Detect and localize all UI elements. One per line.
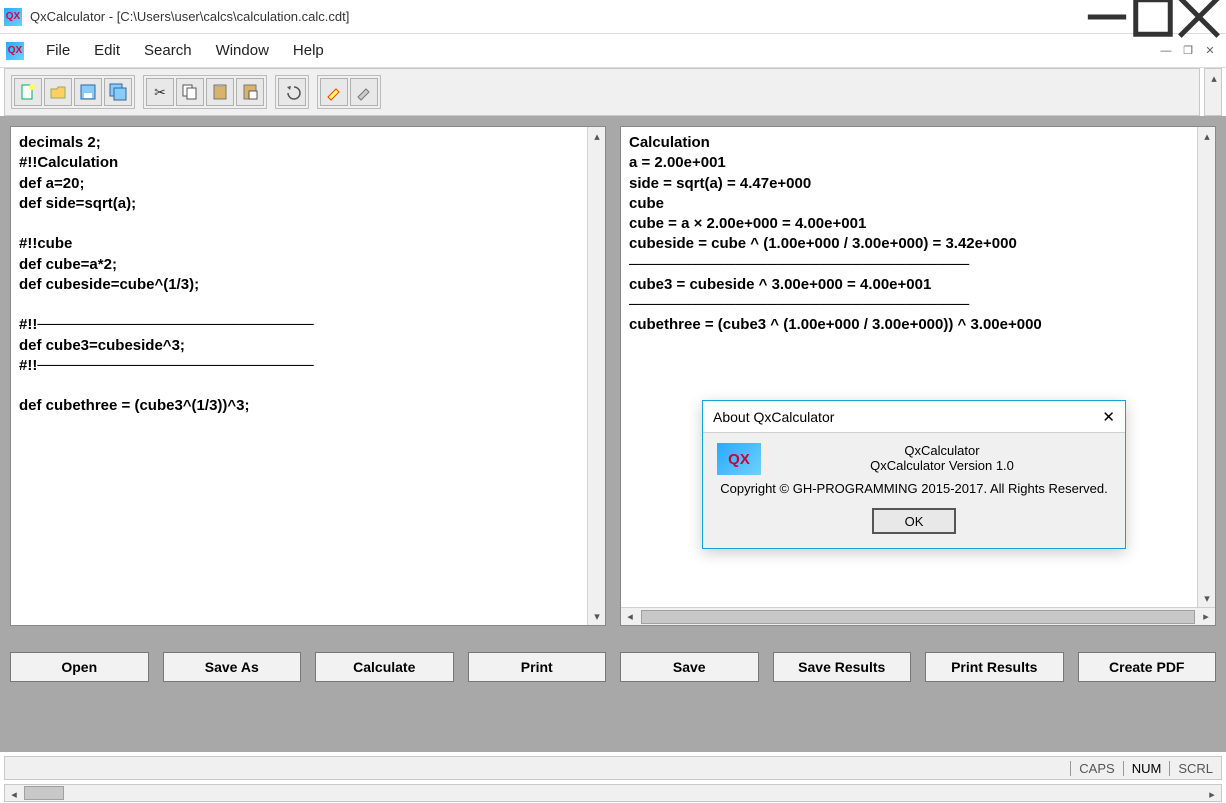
copy-icon[interactable] bbox=[176, 78, 204, 106]
undo-icon[interactable] bbox=[278, 78, 306, 106]
dialog-titlebar[interactable]: About QxCalculator ✕ bbox=[703, 401, 1125, 433]
dialog-copyright: Copyright © GH-PROGRAMMING 2015-2017. Al… bbox=[720, 481, 1107, 496]
print-results-button[interactable]: Print Results bbox=[925, 652, 1064, 682]
app-icon: QX bbox=[4, 8, 22, 26]
outer-horizontal-scrollbar[interactable]: ◂ ▸ bbox=[4, 784, 1222, 802]
scroll-left-icon[interactable]: ◂ bbox=[621, 608, 639, 626]
close-button[interactable] bbox=[1176, 2, 1222, 32]
mdi-restore-button[interactable]: ❐ bbox=[1178, 42, 1198, 60]
scroll-up-icon[interactable]: ▴ bbox=[1198, 127, 1216, 145]
create-pdf-button[interactable]: Create PDF bbox=[1078, 652, 1217, 682]
editor-pane: decimals 2; #!!Calculation def a=20; def… bbox=[10, 126, 606, 626]
outer-vertical-scrollbar[interactable]: ▴ bbox=[1204, 68, 1222, 116]
scroll-thumb[interactable] bbox=[24, 786, 64, 800]
scroll-right-icon[interactable]: ▸ bbox=[1197, 608, 1215, 626]
scroll-thumb[interactable] bbox=[641, 610, 1195, 624]
dialog-ok-button[interactable]: OK bbox=[872, 508, 956, 534]
paste-icon[interactable] bbox=[206, 78, 234, 106]
mdi-minimize-button[interactable]: — bbox=[1156, 42, 1176, 60]
editor-vertical-scrollbar[interactable]: ▴ ▾ bbox=[587, 127, 605, 625]
cut-icon[interactable]: ✂ bbox=[146, 78, 174, 106]
editor-text[interactable]: decimals 2; #!!Calculation def a=20; def… bbox=[11, 127, 587, 625]
scroll-down-icon[interactable]: ▾ bbox=[588, 607, 606, 625]
window-title: QxCalculator - [C:\Users\user\calcs\calc… bbox=[30, 9, 1084, 24]
save-icon[interactable] bbox=[74, 78, 102, 106]
calculate-button[interactable]: Calculate bbox=[315, 652, 454, 682]
statusbar: CAPS NUM SCRL bbox=[4, 756, 1222, 780]
open-doc-icon[interactable] bbox=[44, 78, 72, 106]
menu-file[interactable]: File bbox=[34, 38, 82, 63]
new-doc-icon[interactable] bbox=[14, 78, 42, 106]
menu-edit[interactable]: Edit bbox=[82, 38, 132, 63]
save-results-button[interactable]: Save Results bbox=[773, 652, 912, 682]
output-pane: Calculation a = 2.00e+001 side = sqrt(a)… bbox=[620, 126, 1216, 626]
menu-help[interactable]: Help bbox=[281, 38, 336, 63]
paste-special-icon[interactable] bbox=[236, 78, 264, 106]
dialog-close-icon[interactable]: ✕ bbox=[1102, 408, 1115, 426]
mdi-close-button[interactable]: ✕ bbox=[1200, 42, 1220, 60]
scroll-left-icon[interactable]: ◂ bbox=[5, 785, 23, 803]
output-horizontal-scrollbar[interactable]: ◂ ▸ bbox=[621, 607, 1215, 625]
maximize-button[interactable] bbox=[1130, 2, 1176, 32]
scroll-right-icon[interactable]: ▸ bbox=[1203, 785, 1221, 803]
clear-highlight-icon[interactable] bbox=[350, 78, 378, 106]
dialog-title: About QxCalculator bbox=[713, 409, 834, 425]
status-scrl: SCRL bbox=[1169, 761, 1221, 776]
highlighter-icon[interactable] bbox=[320, 78, 348, 106]
window-titlebar: QX QxCalculator - [C:\Users\user\calcs\c… bbox=[0, 0, 1226, 34]
action-button-row: Open Save As Calculate Print Save Save R… bbox=[10, 652, 1216, 682]
print-button[interactable]: Print bbox=[468, 652, 607, 682]
save-as-button[interactable]: Save As bbox=[163, 652, 302, 682]
toolbar: ✂ bbox=[4, 68, 1200, 116]
dialog-app-name: QxCalculator bbox=[773, 443, 1111, 458]
menubar: QX File Edit Search Window Help — ❐ ✕ bbox=[0, 34, 1226, 68]
doc-icon: QX bbox=[6, 42, 24, 60]
minimize-button[interactable] bbox=[1084, 2, 1130, 32]
save-button[interactable]: Save bbox=[620, 652, 759, 682]
dialog-version: QxCalculator Version 1.0 bbox=[773, 458, 1111, 473]
open-button[interactable]: Open bbox=[10, 652, 149, 682]
scroll-down-icon[interactable]: ▾ bbox=[1198, 589, 1216, 607]
dialog-app-icon: QX bbox=[717, 443, 761, 475]
scroll-up-icon[interactable]: ▴ bbox=[1205, 69, 1223, 87]
status-num: NUM bbox=[1123, 761, 1170, 776]
save-all-icon[interactable] bbox=[104, 78, 132, 106]
menu-window[interactable]: Window bbox=[204, 38, 281, 63]
menu-search[interactable]: Search bbox=[132, 38, 204, 63]
output-vertical-scrollbar[interactable]: ▴ ▾ bbox=[1197, 127, 1215, 607]
scroll-up-icon[interactable]: ▴ bbox=[588, 127, 606, 145]
about-dialog: About QxCalculator ✕ QX QxCalculator QxC… bbox=[702, 400, 1126, 549]
status-caps: CAPS bbox=[1070, 761, 1122, 776]
